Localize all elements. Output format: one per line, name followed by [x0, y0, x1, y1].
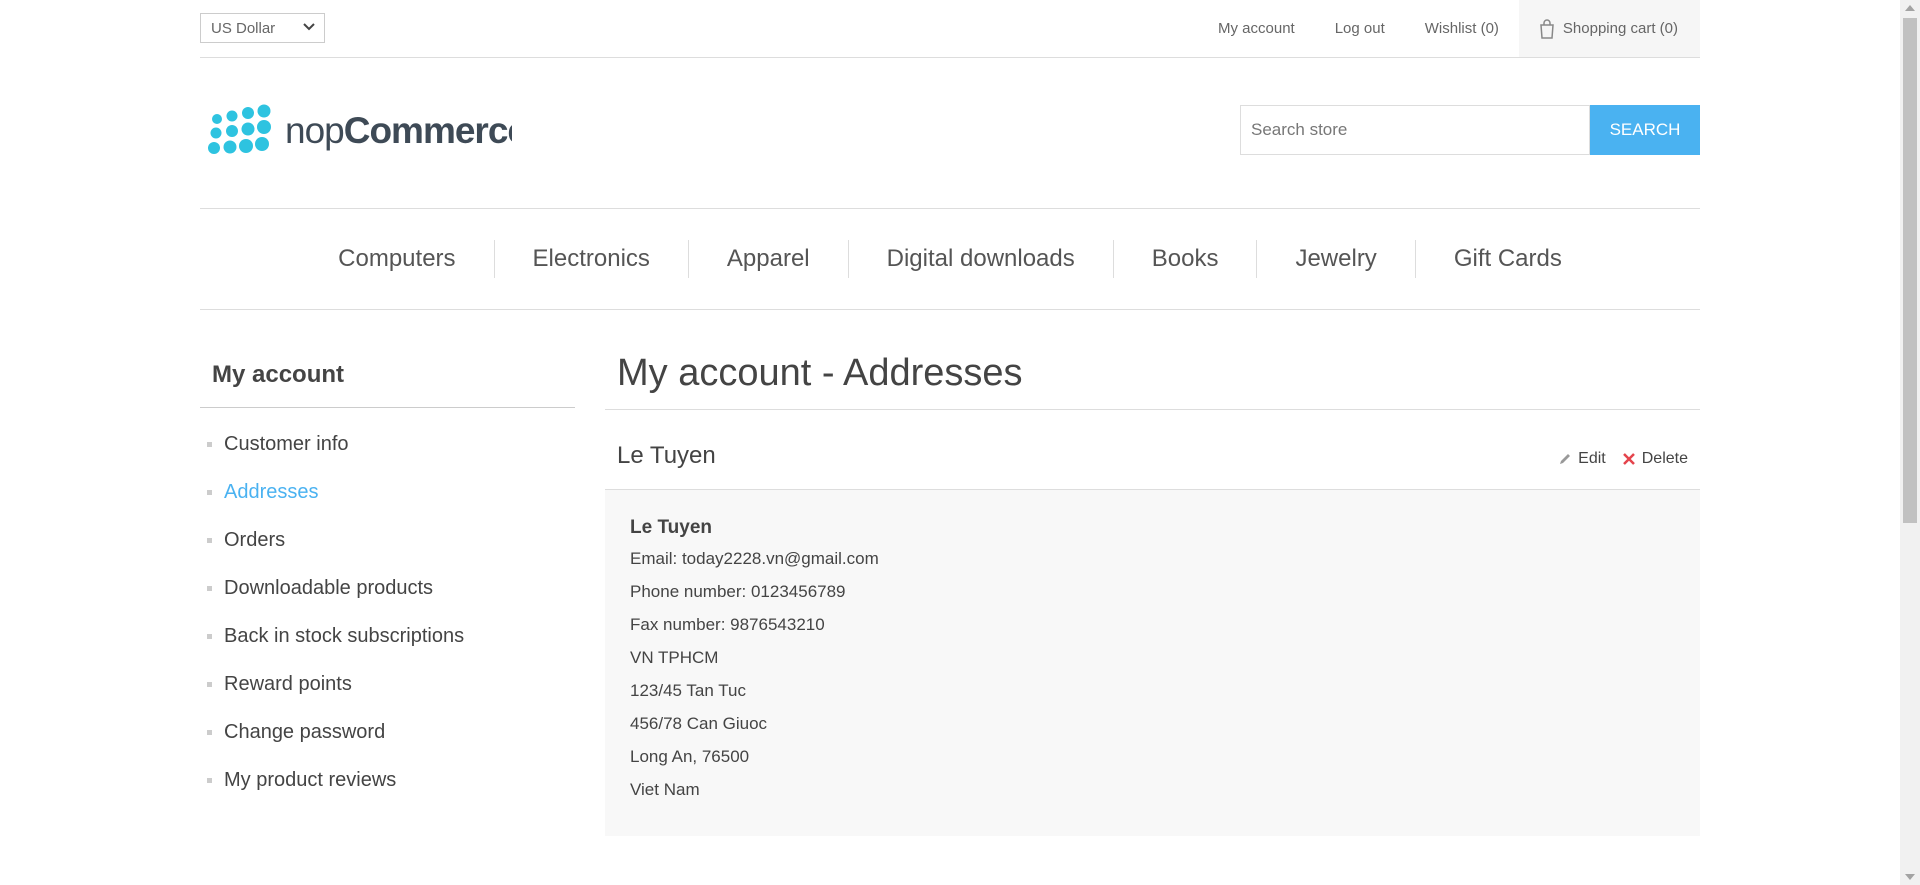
currency-selector[interactable]: US Dollar — [200, 13, 325, 43]
menu-item-digital-downloads[interactable]: Digital downloads — [849, 245, 1113, 273]
search-input[interactable] — [1240, 105, 1590, 155]
header-upper: US Dollar My account Log out Wishlist (0… — [200, 0, 1700, 58]
sidebar-item-orders[interactable]: Orders — [200, 516, 575, 564]
address-country: Viet Nam — [630, 780, 700, 799]
shopping-cart-label: Shopping cart (0) — [1562, 20, 1678, 37]
sidebar-item-addresses[interactable]: Addresses — [200, 468, 575, 516]
sidebar-nav: Customer info Addresses Orders Downloada… — [200, 420, 575, 804]
shopping-bag-icon — [1540, 18, 1554, 39]
address-title: Le Tuyen — [617, 442, 716, 469]
sidebar-item-customer-info[interactable]: Customer info — [200, 420, 575, 468]
menu-item-gift-cards[interactable]: Gift Cards — [1416, 245, 1600, 273]
currency-value: US Dollar — [211, 20, 276, 37]
menu-item-electronics[interactable]: Electronics — [495, 245, 688, 273]
address-company: VN TPHCM — [630, 648, 719, 667]
svg-text:nopCommerce: nopCommerce — [285, 110, 512, 151]
sidebar-item-product-reviews[interactable]: My product reviews — [200, 756, 575, 804]
menu-item-apparel[interactable]: Apparel — [689, 245, 848, 273]
sidebar-title: My account — [200, 358, 575, 408]
sidebar-item-back-in-stock-subscriptions[interactable]: Back in stock subscriptions — [200, 612, 575, 660]
scroll-down-arrow-icon[interactable] — [1905, 874, 1915, 880]
search-button[interactable]: SEARCH — [1590, 105, 1700, 155]
scroll-thumb[interactable] — [1903, 18, 1917, 523]
page-title: My account - Addresses — [605, 352, 1700, 410]
nopcommerce-logo-icon: nopCommerce — [208, 104, 528, 154]
menu-item-jewelry[interactable]: Jewelry — [1257, 245, 1414, 273]
page-scrollbar[interactable] — [1900, 0, 1920, 885]
edit-address-button[interactable]: Edit — [1558, 450, 1606, 468]
delete-address-button[interactable]: Delete — [1622, 450, 1688, 468]
address-email: Email: today2228.vn@gmail.com — [630, 549, 879, 568]
logo-prefix: nop — [285, 110, 344, 151]
address-header: Le Tuyen Edit Delete — [605, 432, 1700, 490]
close-icon — [1622, 453, 1635, 465]
address-details: Le Tuyen Email: today2228.vn@gmail.com P… — [605, 490, 1700, 836]
address-city: Long An, 76500 — [630, 747, 750, 766]
sidebar-item-change-password[interactable]: Change password — [200, 708, 575, 756]
top-menu: Computers Electronics Apparel Digital do… — [200, 208, 1700, 310]
address-phone: Phone number: 0123456789 — [630, 582, 846, 601]
address-line2: 456/78 Can Giuoc — [630, 714, 768, 733]
address-actions: Edit Delete — [1542, 450, 1688, 468]
pencil-icon — [1560, 454, 1571, 464]
logo-brand: Commerce — [344, 110, 512, 151]
shopping-cart-link[interactable]: Shopping cart (0) — [1518, 0, 1700, 57]
menu-item-computers[interactable]: Computers — [300, 245, 493, 273]
chevron-down-icon — [303, 23, 315, 31]
edit-label: Edit — [1578, 450, 1606, 467]
header-links: My account Log out Wishlist (0) Shopping… — [1178, 0, 1700, 57]
address-fax: Fax number: 9876543210 — [630, 615, 825, 634]
wishlist-link[interactable]: Wishlist (0) — [1425, 20, 1499, 37]
address-line1: 123/45 Tan Tuc — [630, 681, 746, 700]
menu-item-books[interactable]: Books — [1114, 245, 1257, 273]
logout-link[interactable]: Log out — [1335, 20, 1385, 37]
my-account-link[interactable]: My account — [1218, 20, 1295, 37]
sidebar-item-reward-points[interactable]: Reward points — [200, 660, 575, 708]
scroll-up-arrow-icon[interactable] — [1905, 5, 1915, 11]
store-logo[interactable]: nopCommerce — [202, 103, 528, 163]
address-name: Le Tuyen — [630, 517, 712, 538]
sidebar-item-downloadable-products[interactable]: Downloadable products — [200, 564, 575, 612]
search-box: SEARCH — [1240, 105, 1700, 155]
delete-label: Delete — [1641, 450, 1688, 467]
